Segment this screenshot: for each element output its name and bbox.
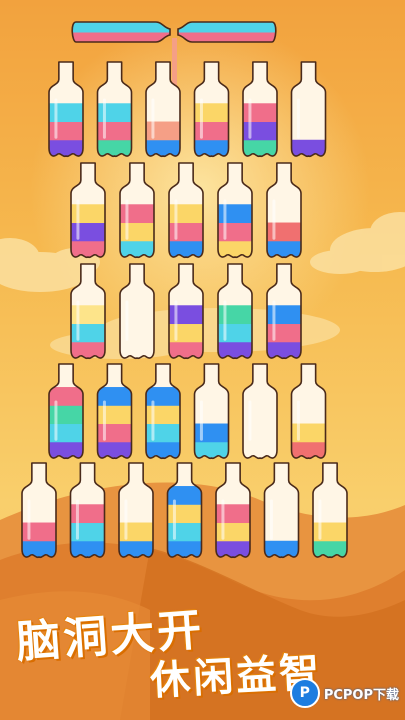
liquid-layer-purple <box>243 121 277 141</box>
liquid-layer-blue <box>267 305 301 325</box>
glass-highlight <box>223 199 227 240</box>
liquid-layer-pink <box>120 204 154 224</box>
glass-highlight <box>174 300 178 341</box>
liquid-layer-yellow <box>169 204 203 224</box>
glass-highlight <box>272 300 276 341</box>
liquid-layer-purple <box>71 222 105 242</box>
glass-highlight <box>76 199 80 240</box>
liquid-layer-cyan <box>71 323 105 343</box>
glass-highlight <box>248 400 252 441</box>
liquid-layer-pink <box>97 423 132 443</box>
liquid-layer-cyan <box>146 423 180 443</box>
glass-highlight <box>199 400 203 441</box>
glass-highlight <box>151 98 155 139</box>
liquid-layer-pink <box>97 121 132 141</box>
liquid-layer-cyan <box>49 103 83 123</box>
glass-highlight <box>75 499 79 540</box>
liquid-layer-blue <box>167 486 202 505</box>
watermark-text: PCPOP下载 <box>323 687 399 703</box>
liquid-layer-yellow <box>146 405 180 425</box>
pcpop-logo-icon: P <box>289 678 320 708</box>
liquid-layer-pink <box>49 387 83 406</box>
liquid-layer-yellow <box>71 204 105 224</box>
glass-highlight <box>54 98 58 139</box>
glass-highlight <box>223 300 227 341</box>
liquid-layer-blue <box>194 423 229 443</box>
liquid-layer-pink <box>216 504 250 524</box>
glass-highlight <box>172 499 176 540</box>
liquid-layer-green <box>218 305 252 325</box>
game-screen: 脑洞大开 休闲益智 P PCPOP下载 <box>0 0 405 720</box>
glass-highlight <box>318 499 322 540</box>
watermark: P PCPOP下载 <box>289 678 399 708</box>
glass-highlight <box>27 499 31 540</box>
liquid-layer-yellow <box>120 222 154 242</box>
pouring-bottle-left <box>71 21 171 43</box>
liquid-layer-yellow <box>97 405 132 425</box>
liquid-layer-cyan <box>49 423 83 443</box>
liquid-layer-yellow <box>313 522 347 542</box>
glass-highlight <box>248 98 252 139</box>
liquid-layer-lightyellow <box>71 305 105 325</box>
liquid-layer-cyan <box>218 323 252 343</box>
glass-highlight <box>174 199 178 240</box>
pouring-bottle-right <box>177 21 277 43</box>
liquid-layer-yellow <box>169 323 203 343</box>
liquid-layer-pink <box>49 121 83 141</box>
liquid-layer-red <box>267 222 301 242</box>
glass-highlight <box>102 98 106 139</box>
glass-highlight <box>125 199 129 240</box>
glass-highlight <box>151 400 155 441</box>
glass-highlight <box>272 199 276 240</box>
liquid-layer-pink <box>22 522 56 542</box>
glass-highlight <box>296 400 300 441</box>
liquid-layer-pink <box>243 103 277 123</box>
liquid-layer-purple <box>169 305 203 325</box>
glass-highlight <box>76 300 80 341</box>
liquid-layer-cyan <box>167 522 202 542</box>
liquid-layer-orange <box>146 121 180 141</box>
liquid-layer-blue <box>146 387 180 406</box>
liquid-layer-cyan <box>97 103 132 123</box>
liquid-layer-pink <box>194 121 229 141</box>
liquid-layer-pink <box>267 323 301 343</box>
liquid-layer-green <box>49 405 83 425</box>
glass-highlight <box>199 98 203 139</box>
liquid-layer-yellow <box>119 522 153 542</box>
glass-highlight <box>125 300 129 341</box>
liquid-layer-cyan <box>70 522 105 542</box>
liquid-layer-yellow <box>216 522 250 542</box>
glass-highlight <box>269 499 273 540</box>
liquid-layer-pink <box>169 222 203 242</box>
glass-highlight <box>124 499 128 540</box>
liquid-layer-yellow <box>167 504 202 524</box>
glass-highlight <box>296 98 300 139</box>
liquid-layer-pink <box>218 222 252 242</box>
liquid-layer-yellow <box>194 103 229 123</box>
glass-highlight <box>54 400 58 441</box>
glass-highlight <box>102 400 106 441</box>
liquid-layer-yellow <box>291 423 326 443</box>
liquid-layer-blue <box>218 204 252 224</box>
glass-highlight <box>221 499 225 540</box>
liquid-layer-blue <box>97 387 132 406</box>
liquid-layer-pink <box>70 504 105 524</box>
